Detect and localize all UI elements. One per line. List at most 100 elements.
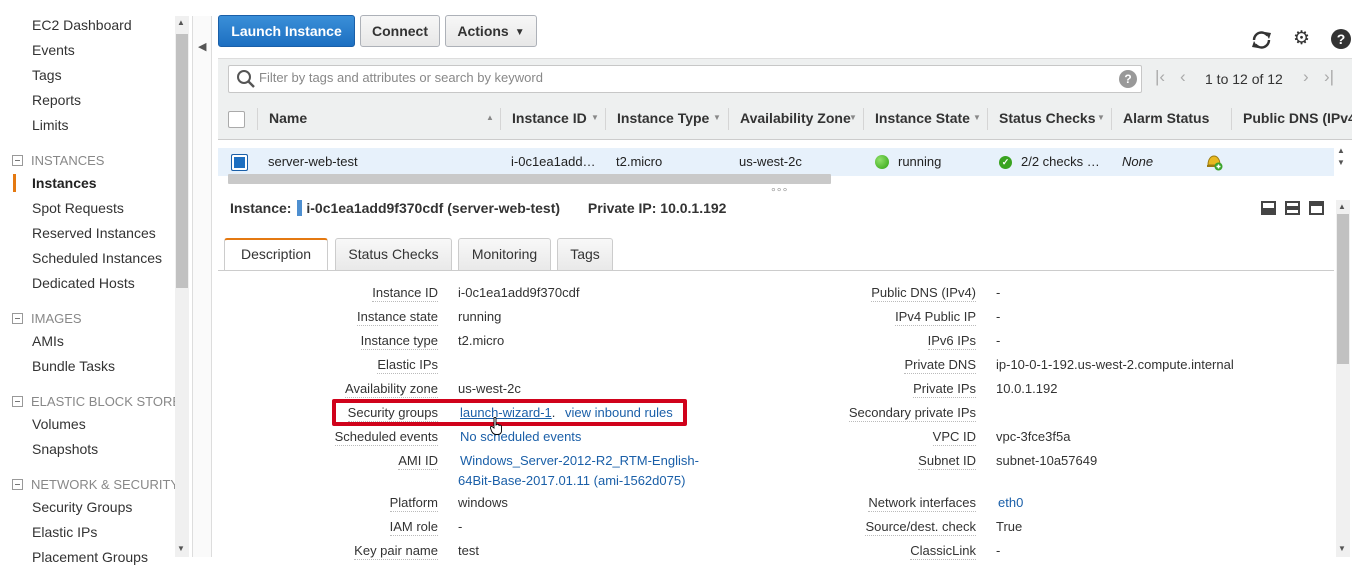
value-instance-id: i-0c1ea1add9f370cdf — [458, 285, 580, 300]
help-icon[interactable]: ? — [1331, 29, 1351, 49]
sort-chevron-icon[interactable]: ▼ — [591, 113, 599, 122]
tab-description[interactable]: Description — [224, 238, 328, 271]
collapse-icon[interactable] — [12, 479, 23, 490]
section-images-header[interactable]: IMAGES — [12, 311, 82, 326]
tab-monitoring[interactable]: Monitoring — [458, 238, 551, 270]
pane-bottom-icon[interactable] — [1261, 201, 1276, 215]
private-ip-header: Private IP: 10.0.1.192 — [587, 200, 727, 216]
nav-spot-requests[interactable]: Spot Requests — [32, 200, 124, 216]
pane-resize-handle[interactable]: °°° — [771, 185, 788, 199]
col-name[interactable]: Name — [269, 110, 307, 126]
col-status-checks[interactable]: Status Checks — [999, 110, 1095, 126]
prev-page-icon[interactable]: ‹ — [1180, 68, 1186, 86]
column-separator — [1111, 108, 1112, 130]
search-input[interactable] — [259, 70, 1099, 85]
hand-cursor-icon — [490, 417, 502, 435]
label-availability-zone: Availability zone — [345, 381, 438, 398]
pane-split-icon[interactable] — [1285, 201, 1300, 215]
scroll-down-arrow-icon[interactable]: ▼ — [1338, 544, 1346, 553]
label-scheduled-events: Scheduled events — [334, 429, 438, 446]
scroll-up-arrow-icon[interactable]: ▲ — [177, 18, 185, 27]
table-row-selected[interactable]: server-web-test i-0c1ea1add… t2.micro us… — [218, 148, 1334, 176]
tab-status-checks[interactable]: Status Checks — [335, 238, 452, 270]
col-public-dns[interactable]: Public DNS (IPv4) — [1243, 110, 1352, 126]
label-private-ips: Private IPs — [913, 381, 976, 398]
collapse-icon[interactable] — [12, 313, 23, 324]
pane-top-icon[interactable] — [1309, 201, 1324, 215]
value-instance-type: t2.micro — [458, 333, 505, 348]
nav-elastic-ips[interactable]: Elastic IPs — [32, 524, 97, 540]
scroll-down-arrow-icon[interactable]: ▼ — [177, 544, 185, 553]
nav-bundle-tasks[interactable]: Bundle Tasks — [32, 358, 115, 374]
section-ebs-header[interactable]: ELASTIC BLOCK STORE — [12, 394, 181, 409]
select-all-checkbox[interactable] — [228, 111, 245, 128]
nav-instances[interactable]: Instances — [32, 175, 97, 191]
table-horizontal-scrollbar[interactable] — [228, 174, 831, 184]
collapse-icon[interactable] — [12, 155, 23, 166]
actions-label: Actions — [457, 23, 509, 39]
col-instance-type[interactable]: Instance Type — [617, 110, 709, 126]
first-page-icon[interactable]: |‹ — [1155, 68, 1165, 86]
sort-chevron-icon[interactable]: ▼ — [973, 113, 981, 122]
network-interface-link[interactable]: eth0 — [998, 495, 1023, 511]
collapse-icon[interactable] — [12, 396, 23, 407]
sort-ascending-icon[interactable]: ▲ — [486, 113, 494, 122]
sort-chevron-icon[interactable]: ▼ — [849, 113, 857, 122]
sidebar-collapse-handle[interactable]: ◀ — [192, 16, 212, 557]
nav-dedicated-hosts[interactable]: Dedicated Hosts — [32, 275, 135, 291]
collapse-left-arrow-icon[interactable]: ◀ — [198, 40, 206, 53]
instance-id-full: i-0c1ea1add9f370cdf (server-web-test) — [306, 200, 561, 216]
col-availability-zone[interactable]: Availability Zone — [740, 110, 851, 126]
search-help-icon[interactable]: ? — [1119, 70, 1137, 88]
nav-security-groups[interactable]: Security Groups — [32, 499, 132, 515]
nav-reports[interactable]: Reports — [32, 92, 81, 108]
table-scroll-up-icon[interactable]: ▲ — [1337, 146, 1345, 155]
cell-alarm-status: None — [1122, 154, 1154, 169]
section-instances-header[interactable]: INSTANCES — [12, 153, 104, 168]
sidebar-scroll-thumb[interactable] — [176, 34, 188, 288]
detail-scrollbar[interactable]: ▲ ▼ — [1336, 200, 1350, 557]
nav-limits[interactable]: Limits — [32, 117, 69, 133]
actions-dropdown[interactable]: Actions ▼ — [445, 15, 537, 47]
nav-tags[interactable]: Tags — [32, 67, 62, 83]
nav-snapshots[interactable]: Snapshots — [32, 441, 98, 457]
nav-events[interactable]: Events — [32, 42, 75, 58]
value-iam-role: - — [458, 519, 463, 534]
col-instance-id[interactable]: Instance ID — [512, 110, 587, 126]
nav-amis[interactable]: AMIs — [32, 333, 64, 349]
table-scroll-down-icon[interactable]: ▼ — [1337, 158, 1345, 167]
scroll-up-arrow-icon[interactable]: ▲ — [1338, 202, 1346, 211]
scheduled-events-link[interactable]: No scheduled events — [460, 429, 581, 445]
section-network-security-header[interactable]: NETWORK & SECURITY — [12, 477, 179, 492]
detail-scroll-thumb[interactable] — [1337, 214, 1349, 364]
next-page-icon[interactable]: › — [1303, 68, 1309, 86]
launch-instance-button[interactable]: Launch Instance — [218, 15, 355, 47]
nav-scheduled-instances[interactable]: Scheduled Instances — [32, 250, 162, 266]
row-checkbox[interactable] — [231, 154, 248, 171]
value-source-dest-check: True — [996, 519, 1023, 534]
search-box[interactable]: ? — [228, 65, 1142, 93]
sidebar-scrollbar[interactable]: ▲ ▼ — [175, 16, 189, 557]
nav-reserved-instances[interactable]: Reserved Instances — [32, 225, 156, 241]
tab-tags[interactable]: Tags — [557, 238, 613, 270]
value-public-dns: - — [996, 285, 1001, 300]
value-ipv4-public-ip: - — [996, 309, 1001, 324]
sort-chevron-icon[interactable]: ▼ — [1097, 113, 1105, 122]
col-instance-state[interactable]: Instance State — [875, 110, 970, 126]
nav-placement-groups[interactable]: Placement Groups — [32, 549, 148, 565]
running-status-icon — [875, 155, 889, 169]
nav-ec2-dashboard[interactable]: EC2 Dashboard — [32, 17, 132, 33]
gear-icon[interactable]: ⚙ — [1293, 29, 1310, 49]
label-instance-id: Instance ID — [372, 285, 438, 302]
value-vpc-id: vpc-3fce3f5a — [996, 429, 1071, 444]
connect-button[interactable]: Connect — [360, 15, 440, 47]
nav-volumes[interactable]: Volumes — [32, 416, 86, 432]
create-alarm-icon[interactable] — [1205, 153, 1223, 171]
ami-id-link-line2[interactable]: 64Bit-Base-2017.01.11 (ami-1562d075) — [458, 473, 685, 489]
label-instance-state: Instance state — [357, 309, 438, 326]
last-page-icon[interactable]: ›| — [1324, 68, 1334, 86]
sort-chevron-icon[interactable]: ▼ — [713, 113, 721, 122]
refresh-icon[interactable] — [1251, 30, 1272, 50]
col-alarm-status[interactable]: Alarm Status — [1123, 110, 1209, 126]
ami-id-link-line1[interactable]: Windows_Server-2012-R2_RTM-English- — [460, 453, 699, 469]
